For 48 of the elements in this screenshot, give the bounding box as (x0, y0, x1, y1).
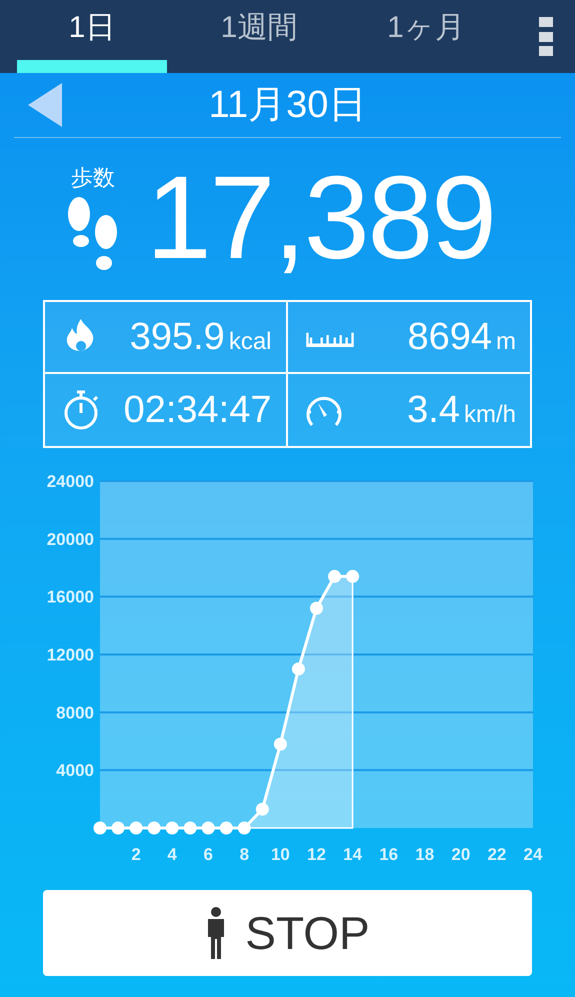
x-tick-label: 16 (379, 845, 398, 864)
x-tick-label: 6 (204, 845, 213, 864)
menu-icon[interactable] (539, 17, 553, 56)
period-tab[interactable]: 1日 (17, 0, 167, 73)
date-title: 11月30日 (208, 82, 366, 128)
y-tick-label: 24000 (46, 472, 94, 491)
stop-button[interactable]: STOP (43, 890, 532, 976)
x-tick-label: 22 (487, 845, 506, 864)
x-tick-label: 24 (524, 845, 542, 864)
period-tab[interactable]: 1週間 (184, 0, 334, 73)
data-point (292, 662, 305, 676)
data-point (202, 822, 215, 834)
data-point (310, 602, 323, 615)
steps-label: 歩数 (71, 164, 115, 192)
stat-unit: m (496, 326, 516, 356)
data-point (274, 738, 287, 751)
y-tick-label: 4000 (56, 761, 94, 780)
y-tick-label: 12000 (46, 646, 94, 664)
data-point (94, 822, 106, 834)
data-point (256, 802, 269, 816)
y-tick-label: 8000 (56, 703, 94, 722)
stat-unit: km/h (464, 400, 516, 430)
data-point (148, 822, 161, 834)
x-tick-label: 20 (451, 845, 470, 864)
data-point (220, 822, 233, 834)
data-point (184, 822, 197, 834)
data-point (166, 822, 179, 834)
stat-value: 8694 (407, 314, 492, 360)
stat-unit: kcal (228, 326, 272, 356)
x-tick-label: 4 (167, 845, 177, 864)
stat-value: 02:34:47 (124, 388, 272, 432)
data-point (130, 822, 143, 834)
stat-value: 395.9 (130, 314, 225, 360)
x-tick-label: 10 (270, 845, 290, 864)
y-tick-label: 20000 (46, 530, 94, 549)
x-tick-label: 2 (131, 845, 141, 864)
data-point (328, 570, 342, 583)
y-tick-label: 16000 (46, 588, 94, 607)
data-point (238, 822, 251, 834)
data-point (346, 570, 360, 583)
x-tick-label: 8 (240, 845, 250, 864)
data-point (112, 822, 125, 834)
x-tick-label: 12 (307, 845, 326, 864)
x-tick-label: 18 (415, 845, 434, 864)
stat-value: 3.4 (407, 388, 460, 432)
steps-count: 17,389 (146, 159, 495, 277)
x-tick-label: 14 (343, 845, 362, 864)
period-tab[interactable]: 1ヶ月 (351, 0, 501, 73)
